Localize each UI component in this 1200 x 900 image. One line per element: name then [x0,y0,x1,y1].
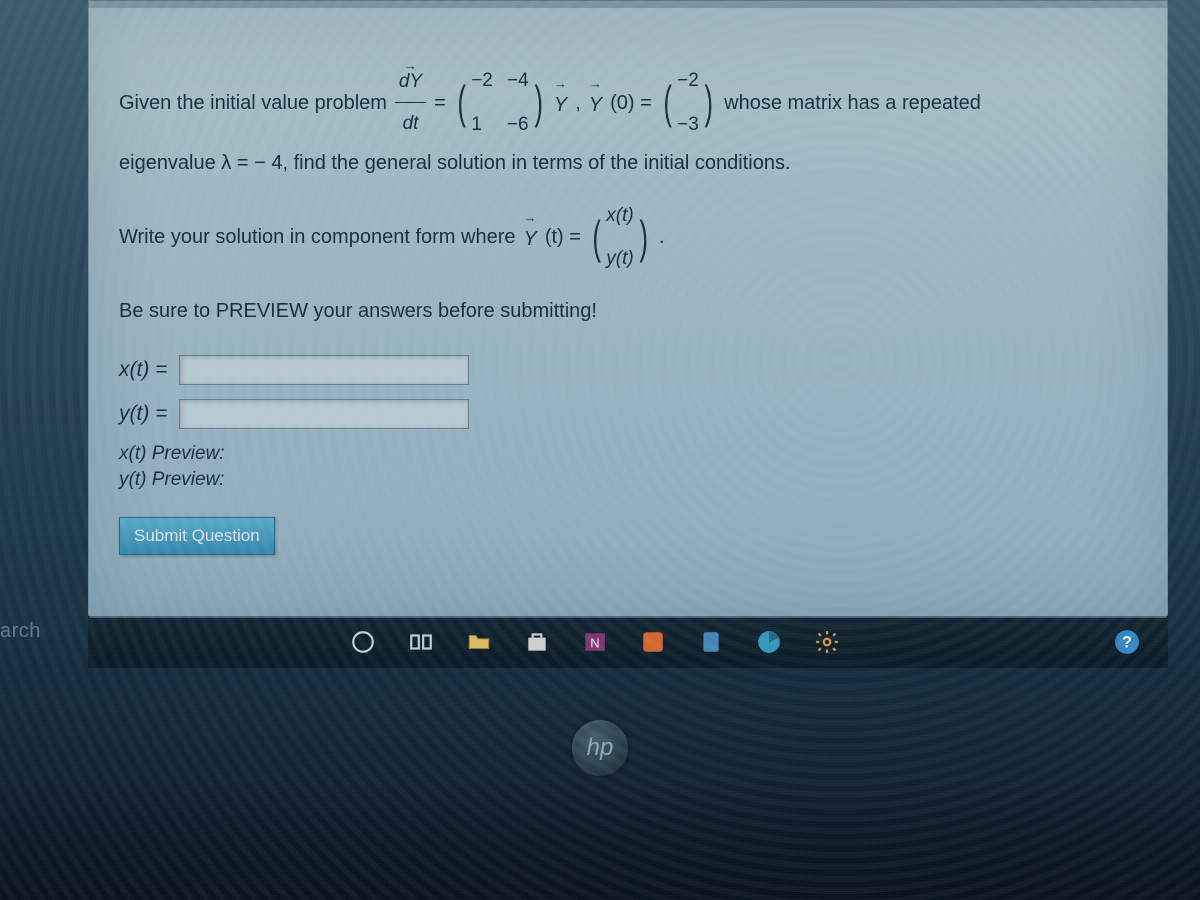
comma: , [575,81,581,125]
fraction-dYdt: dY dt [395,61,426,146]
comp-r1: x(t) [606,195,633,237]
component-vector: ( x(t) y(t) ) [589,193,651,283]
help-icon[interactable]: ? [1112,627,1142,657]
submit-question-button[interactable]: Submit Question [119,517,275,555]
hp-laptop-logo: hp [572,720,628,776]
m-a11: −2 [471,60,493,102]
rparen2: ) [704,84,712,121]
m-a22: −6 [507,104,529,146]
windows-taskbar[interactable]: N ? [88,616,1168,668]
preview-hint: Be sure to PREVIEW your answers before s… [119,300,1137,323]
period: . [659,215,665,259]
Y-vector-1: Y [554,79,567,127]
microsoft-store-icon[interactable] [522,627,552,657]
Yt-vector: Y [523,213,536,261]
y0-r2: −3 [677,104,699,146]
Y0-vector: Y [589,79,602,127]
yt-answer-row: y(t) = [119,399,1137,429]
text-intro: Given the initial value problem [119,81,387,125]
text-line3: Write your solution in component form wh… [119,215,515,259]
frac-numerator: dY [395,61,426,104]
lparen3: ( [592,219,600,256]
file-explorer-icon[interactable] [464,627,494,657]
onenote-icon[interactable]: N [580,627,610,657]
question-card: Given the initial value problem dY dt = … [88,8,1168,618]
xt-preview: x(t) Preview: [119,443,1137,465]
xt-input[interactable] [179,355,469,385]
rparen: ) [534,84,542,121]
search-label-fragment: arch [0,620,41,643]
text-tail1: whose matrix has a repeated [724,81,981,125]
task-view-icon[interactable] [406,627,436,657]
initial-vector: ( −2 −3 ) [660,58,716,148]
problem-line-1: Given the initial value problem dY dt = … [119,58,1137,148]
y0-r1: −2 [677,60,699,102]
yt-preview: y(t) Preview: [119,469,1137,491]
svg-text:?: ? [1122,633,1132,651]
rparen3: ) [639,219,647,256]
problem-line-2: eigenvalue λ = − 4, find the general sol… [119,152,1137,175]
lparen2: ( [663,84,671,121]
coefficient-matrix: ( −2 −4 1 −6 ) [454,58,546,148]
Yt-arg: (t) = [545,215,581,259]
equals-1: = [434,81,446,125]
Y0-arg: (0) = [610,81,652,125]
edge-icon[interactable] [754,627,784,657]
problem-line-3: Write your solution in component form wh… [119,193,1137,283]
settings-icon[interactable] [812,627,842,657]
frac-denominator: dt [399,103,423,145]
hp-app-icon[interactable] [638,627,668,657]
m-a21: 1 [471,104,493,146]
lparen: ( [457,84,465,121]
cortana-icon[interactable] [348,627,378,657]
xt-label: x(t) = [119,358,167,382]
m-a12: −4 [507,60,529,102]
yt-label: y(t) = [119,402,167,426]
yt-input[interactable] [179,399,469,429]
comp-r2: y(t) [606,238,633,280]
keyboard-glow [0,780,1200,900]
xt-answer-row: x(t) = [119,355,1137,385]
svg-text:N: N [590,635,599,650]
calculator-icon[interactable] [696,627,726,657]
